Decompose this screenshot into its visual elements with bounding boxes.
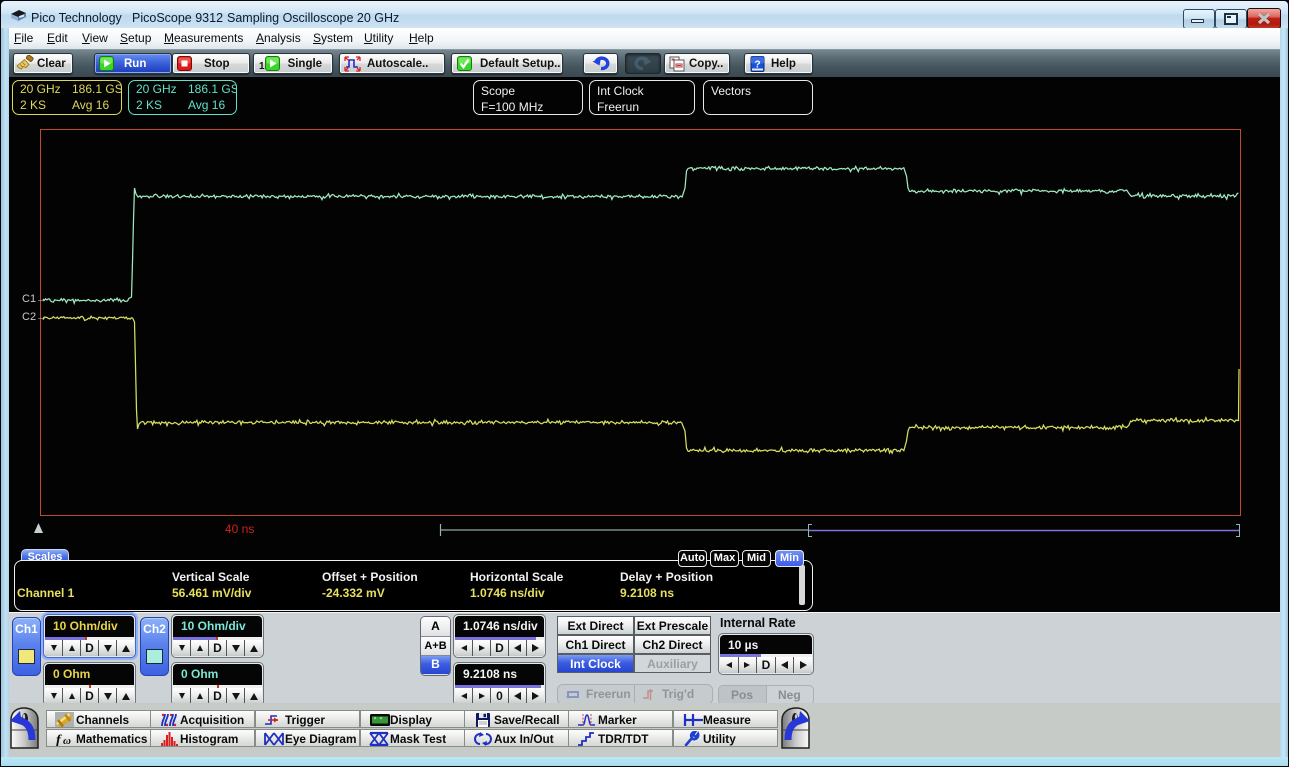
svg-text:ω: ω [63,735,71,747]
svg-text:f: f [56,733,62,747]
